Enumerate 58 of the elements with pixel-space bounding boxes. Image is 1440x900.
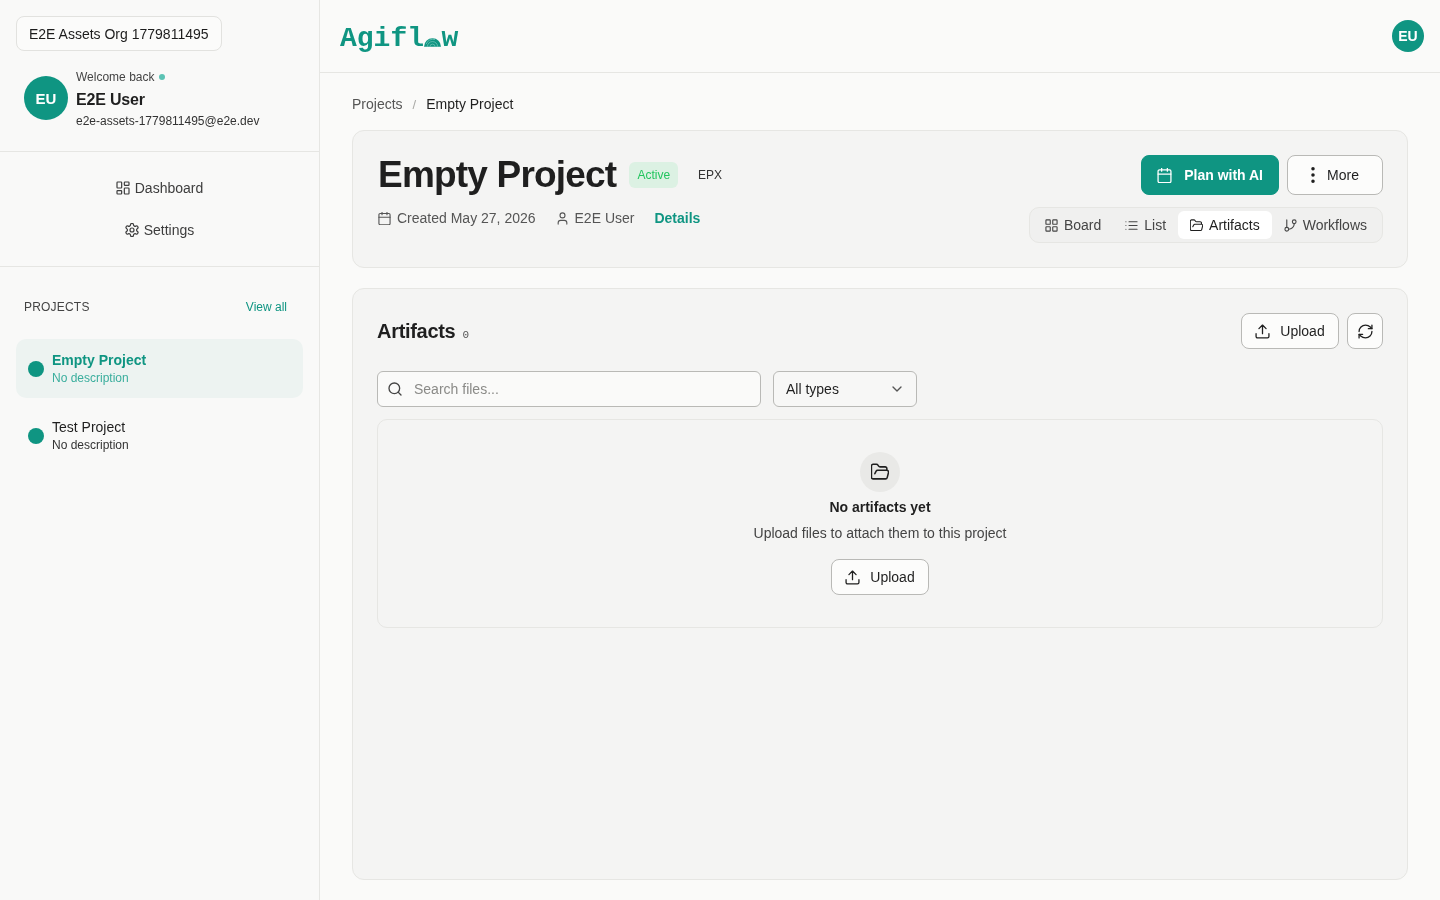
refresh-button[interactable] [1347,313,1383,349]
fingerprint-dome-icon [424,36,441,47]
section-heading: PROJECTS [24,300,90,314]
grid-icon [1044,218,1058,232]
refresh-icon [1357,323,1373,339]
person-icon [555,211,569,225]
settings-icon [124,223,139,237]
user-name: E2E User [76,90,146,110]
view-tab[interactable]: Board [1032,211,1114,239]
type-filter-dropdown[interactable]: All types [773,371,917,407]
project-list-item[interactable]: Test Project No description [16,406,303,465]
breadcrumb-link[interactable]: Projects [352,96,403,112]
plan-with-ai-button[interactable]: Plan with AI [1141,155,1279,195]
upload-button[interactable]: Upload [1241,313,1339,349]
dropdown-value: All types [786,381,839,397]
nav-link[interactable]: Dashboard [105,172,214,204]
folder-icon [860,452,900,492]
branch-icon [1283,218,1297,232]
project-code: EPX [698,168,723,182]
more-vertical-icon [1311,167,1316,183]
search-field[interactable]: Search files... [377,371,761,407]
chevron-down-icon [892,386,902,392]
upload-button[interactable]: Upload [831,559,929,595]
user-avatar: EU [24,76,68,120]
welcome-text: Welcome back [76,70,155,84]
account-avatar[interactable]: EU [1392,20,1424,52]
nav-link[interactable]: Settings [114,214,205,246]
logo-wordmark: w [441,22,459,54]
project-description: No description [52,437,129,453]
section-title: Artifacts [377,319,456,343]
folder-icon [1190,218,1204,232]
upload-icon [845,569,861,585]
view-all-link[interactable]: View all [245,300,287,314]
project-name: Test Project [52,418,127,437]
project-name: Empty Project [52,351,147,370]
created-date: Created May 27, 2026 [397,210,536,226]
list-icon [1125,218,1139,232]
view-tab[interactable]: List [1113,211,1179,239]
project-description: No description [52,370,130,386]
calendar-icon [378,211,391,225]
empty-state-message: Upload files to attach them to this project [753,524,1007,542]
logo-wordmark: Agifl [340,22,424,54]
more-button[interactable]: More [1287,155,1383,195]
current-page-title: Empty Project [426,96,514,112]
empty-state-title: No artifacts yet [829,498,931,516]
calendar-icon [1157,167,1173,183]
view-tab[interactable]: Workflows [1271,211,1379,239]
dashboard-icon [115,181,130,195]
organization-switcher[interactable]: E2E Assets Org 1779811495 [16,16,222,51]
project-title: Empty Project [378,155,617,195]
user-email: e2e-assets-1779811495@e2e.dev [76,114,260,129]
artifact-count: 0 [462,328,470,341]
upload-icon [1255,323,1271,339]
view-tab[interactable]: Artifacts [1178,211,1272,239]
project-owner: E2E User [574,210,635,226]
status-badge: Active [629,162,679,188]
breadcrumb-separator: / [412,96,417,112]
search-icon [388,382,402,396]
